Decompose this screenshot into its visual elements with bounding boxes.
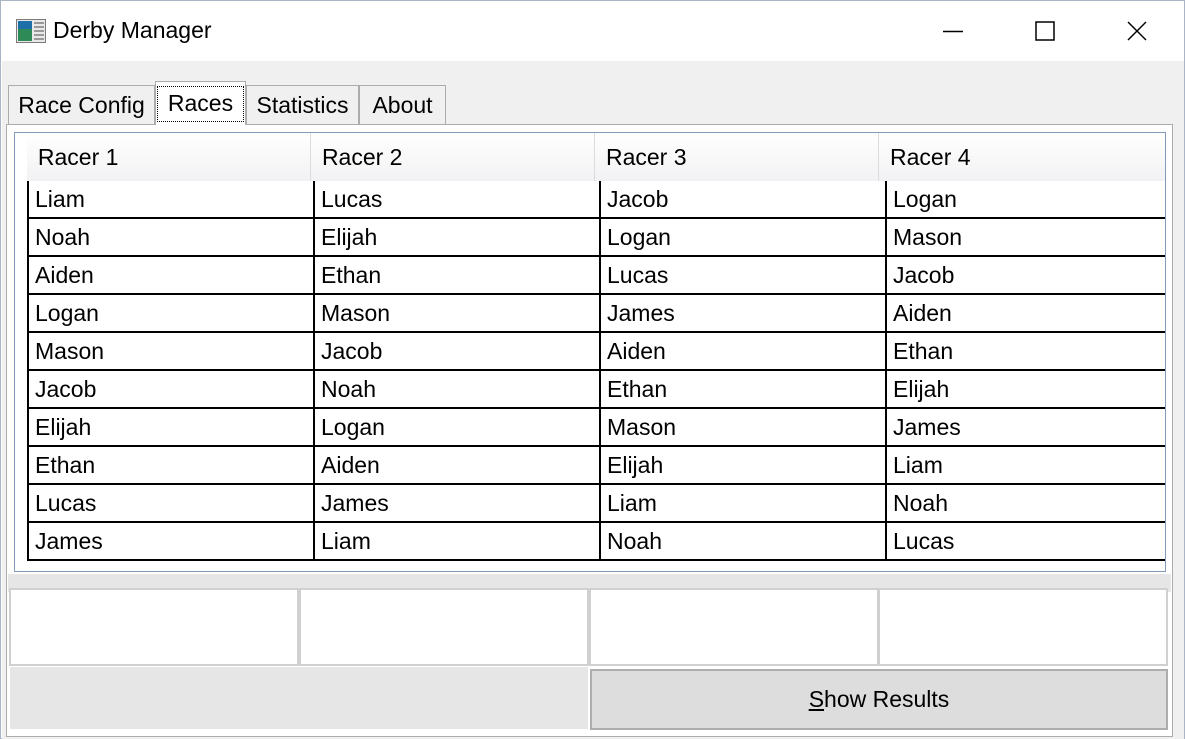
- result-box-racer-1: [9, 588, 299, 666]
- table-row[interactable]: Mason Jacob Aiden Ethan: [27, 333, 1165, 371]
- column-header-racer-2[interactable]: Racer 2: [310, 133, 595, 181]
- table-cell[interactable]: Jacob: [27, 371, 313, 409]
- button-label: how Results: [824, 686, 950, 712]
- table-cell[interactable]: Logan: [27, 295, 313, 333]
- table-cell[interactable]: Mason: [27, 333, 313, 371]
- table-row[interactable]: Noah Elijah Logan Mason: [27, 219, 1165, 257]
- table-cell[interactable]: Mason: [313, 295, 599, 333]
- table-cell[interactable]: Noah: [313, 371, 599, 409]
- table-cell[interactable]: Aiden: [885, 295, 1165, 333]
- close-icon: [1127, 21, 1147, 41]
- grid-body: Liam Lucas Jacob Logan Noah Elijah Logan…: [27, 181, 1165, 561]
- table-row[interactable]: Logan Mason James Aiden: [27, 295, 1165, 333]
- table-cell[interactable]: Ethan: [599, 371, 885, 409]
- table-cell[interactable]: Liam: [599, 485, 885, 523]
- table-cell[interactable]: Lucas: [313, 181, 599, 219]
- table-cell[interactable]: Elijah: [313, 219, 599, 257]
- tab-label: About: [372, 92, 433, 118]
- table-cell[interactable]: Lucas: [27, 485, 313, 523]
- row-header-gutter: [15, 133, 27, 181]
- result-box-racer-3: [589, 588, 879, 666]
- result-box-racer-2: [299, 588, 589, 666]
- table-cell[interactable]: Noah: [27, 219, 313, 257]
- title-bar[interactable]: Derby Manager: [1, 1, 1184, 61]
- tab-label: Race Config: [18, 92, 145, 118]
- table-cell[interactable]: Ethan: [885, 333, 1165, 371]
- table-cell[interactable]: Elijah: [27, 409, 313, 447]
- table-row[interactable]: Jacob Noah Ethan Elijah: [27, 371, 1165, 409]
- table-cell[interactable]: Logan: [885, 181, 1165, 219]
- table-cell[interactable]: Noah: [885, 485, 1165, 523]
- table-cell[interactable]: Elijah: [599, 447, 885, 485]
- app-icon: [16, 19, 46, 43]
- maximize-button[interactable]: [999, 1, 1091, 61]
- table-cell[interactable]: Logan: [313, 409, 599, 447]
- minimize-button[interactable]: [907, 1, 999, 61]
- show-results-button[interactable]: Show Results: [590, 669, 1168, 730]
- table-cell[interactable]: Aiden: [27, 257, 313, 295]
- table-cell[interactable]: Jacob: [885, 257, 1165, 295]
- table-cell[interactable]: Noah: [599, 523, 885, 561]
- tab-about[interactable]: About: [359, 85, 446, 125]
- table-cell[interactable]: Liam: [27, 181, 313, 219]
- table-row[interactable]: Elijah Logan Mason James: [27, 409, 1165, 447]
- mnemonic-letter: S: [808, 686, 825, 712]
- table-cell[interactable]: Elijah: [885, 371, 1165, 409]
- bottom-left-filler: [10, 667, 588, 729]
- tab-label: Races: [156, 85, 245, 122]
- table-cell[interactable]: Ethan: [313, 257, 599, 295]
- table-cell[interactable]: Jacob: [599, 181, 885, 219]
- close-button[interactable]: [1091, 1, 1183, 61]
- table-cell[interactable]: James: [313, 485, 599, 523]
- tab-statistics[interactable]: Statistics: [246, 85, 359, 125]
- table-cell[interactable]: Aiden: [313, 447, 599, 485]
- table-cell[interactable]: Aiden: [599, 333, 885, 371]
- column-header-racer-1[interactable]: Racer 1: [26, 133, 311, 181]
- minimize-icon: [943, 30, 963, 33]
- table-cell[interactable]: Lucas: [599, 257, 885, 295]
- table-row[interactable]: Lucas James Liam Noah: [27, 485, 1165, 523]
- table-cell[interactable]: Mason: [599, 409, 885, 447]
- client-area: Race Config Races Statistics About Racer…: [2, 61, 1184, 739]
- table-cell[interactable]: Mason: [885, 219, 1165, 257]
- table-row[interactable]: Ethan Aiden Elijah Liam: [27, 447, 1165, 485]
- table-cell[interactable]: Jacob: [313, 333, 599, 371]
- column-header-racer-3[interactable]: Racer 3: [594, 133, 879, 181]
- tab-label: Statistics: [256, 92, 349, 118]
- table-cell[interactable]: Logan: [599, 219, 885, 257]
- races-grid[interactable]: Racer 1 Racer 2 Racer 3 Racer 4 Liam Luc…: [14, 132, 1166, 572]
- window-title: Derby Manager: [53, 17, 212, 43]
- table-cell[interactable]: Liam: [313, 523, 599, 561]
- tab-races[interactable]: Races: [155, 81, 246, 125]
- column-header-racer-4[interactable]: Racer 4: [879, 133, 1165, 181]
- main-window: Derby Manager Race Config Races Statisti: [0, 0, 1185, 739]
- table-row[interactable]: Aiden Ethan Lucas Jacob: [27, 257, 1165, 295]
- tab-race-config[interactable]: Race Config: [8, 85, 155, 125]
- table-cell[interactable]: James: [599, 295, 885, 333]
- table-cell[interactable]: Liam: [885, 447, 1165, 485]
- table-row[interactable]: Liam Lucas Jacob Logan: [27, 181, 1165, 219]
- table-cell[interactable]: James: [885, 409, 1165, 447]
- table-cell[interactable]: Lucas: [885, 523, 1165, 561]
- table-cell[interactable]: James: [27, 523, 313, 561]
- grid-header: Racer 1 Racer 2 Racer 3 Racer 4: [15, 133, 1165, 181]
- table-cell[interactable]: Ethan: [27, 447, 313, 485]
- maximize-icon: [1035, 21, 1055, 41]
- result-box-racer-4: [878, 588, 1168, 666]
- table-row[interactable]: James Liam Noah Lucas: [27, 523, 1165, 561]
